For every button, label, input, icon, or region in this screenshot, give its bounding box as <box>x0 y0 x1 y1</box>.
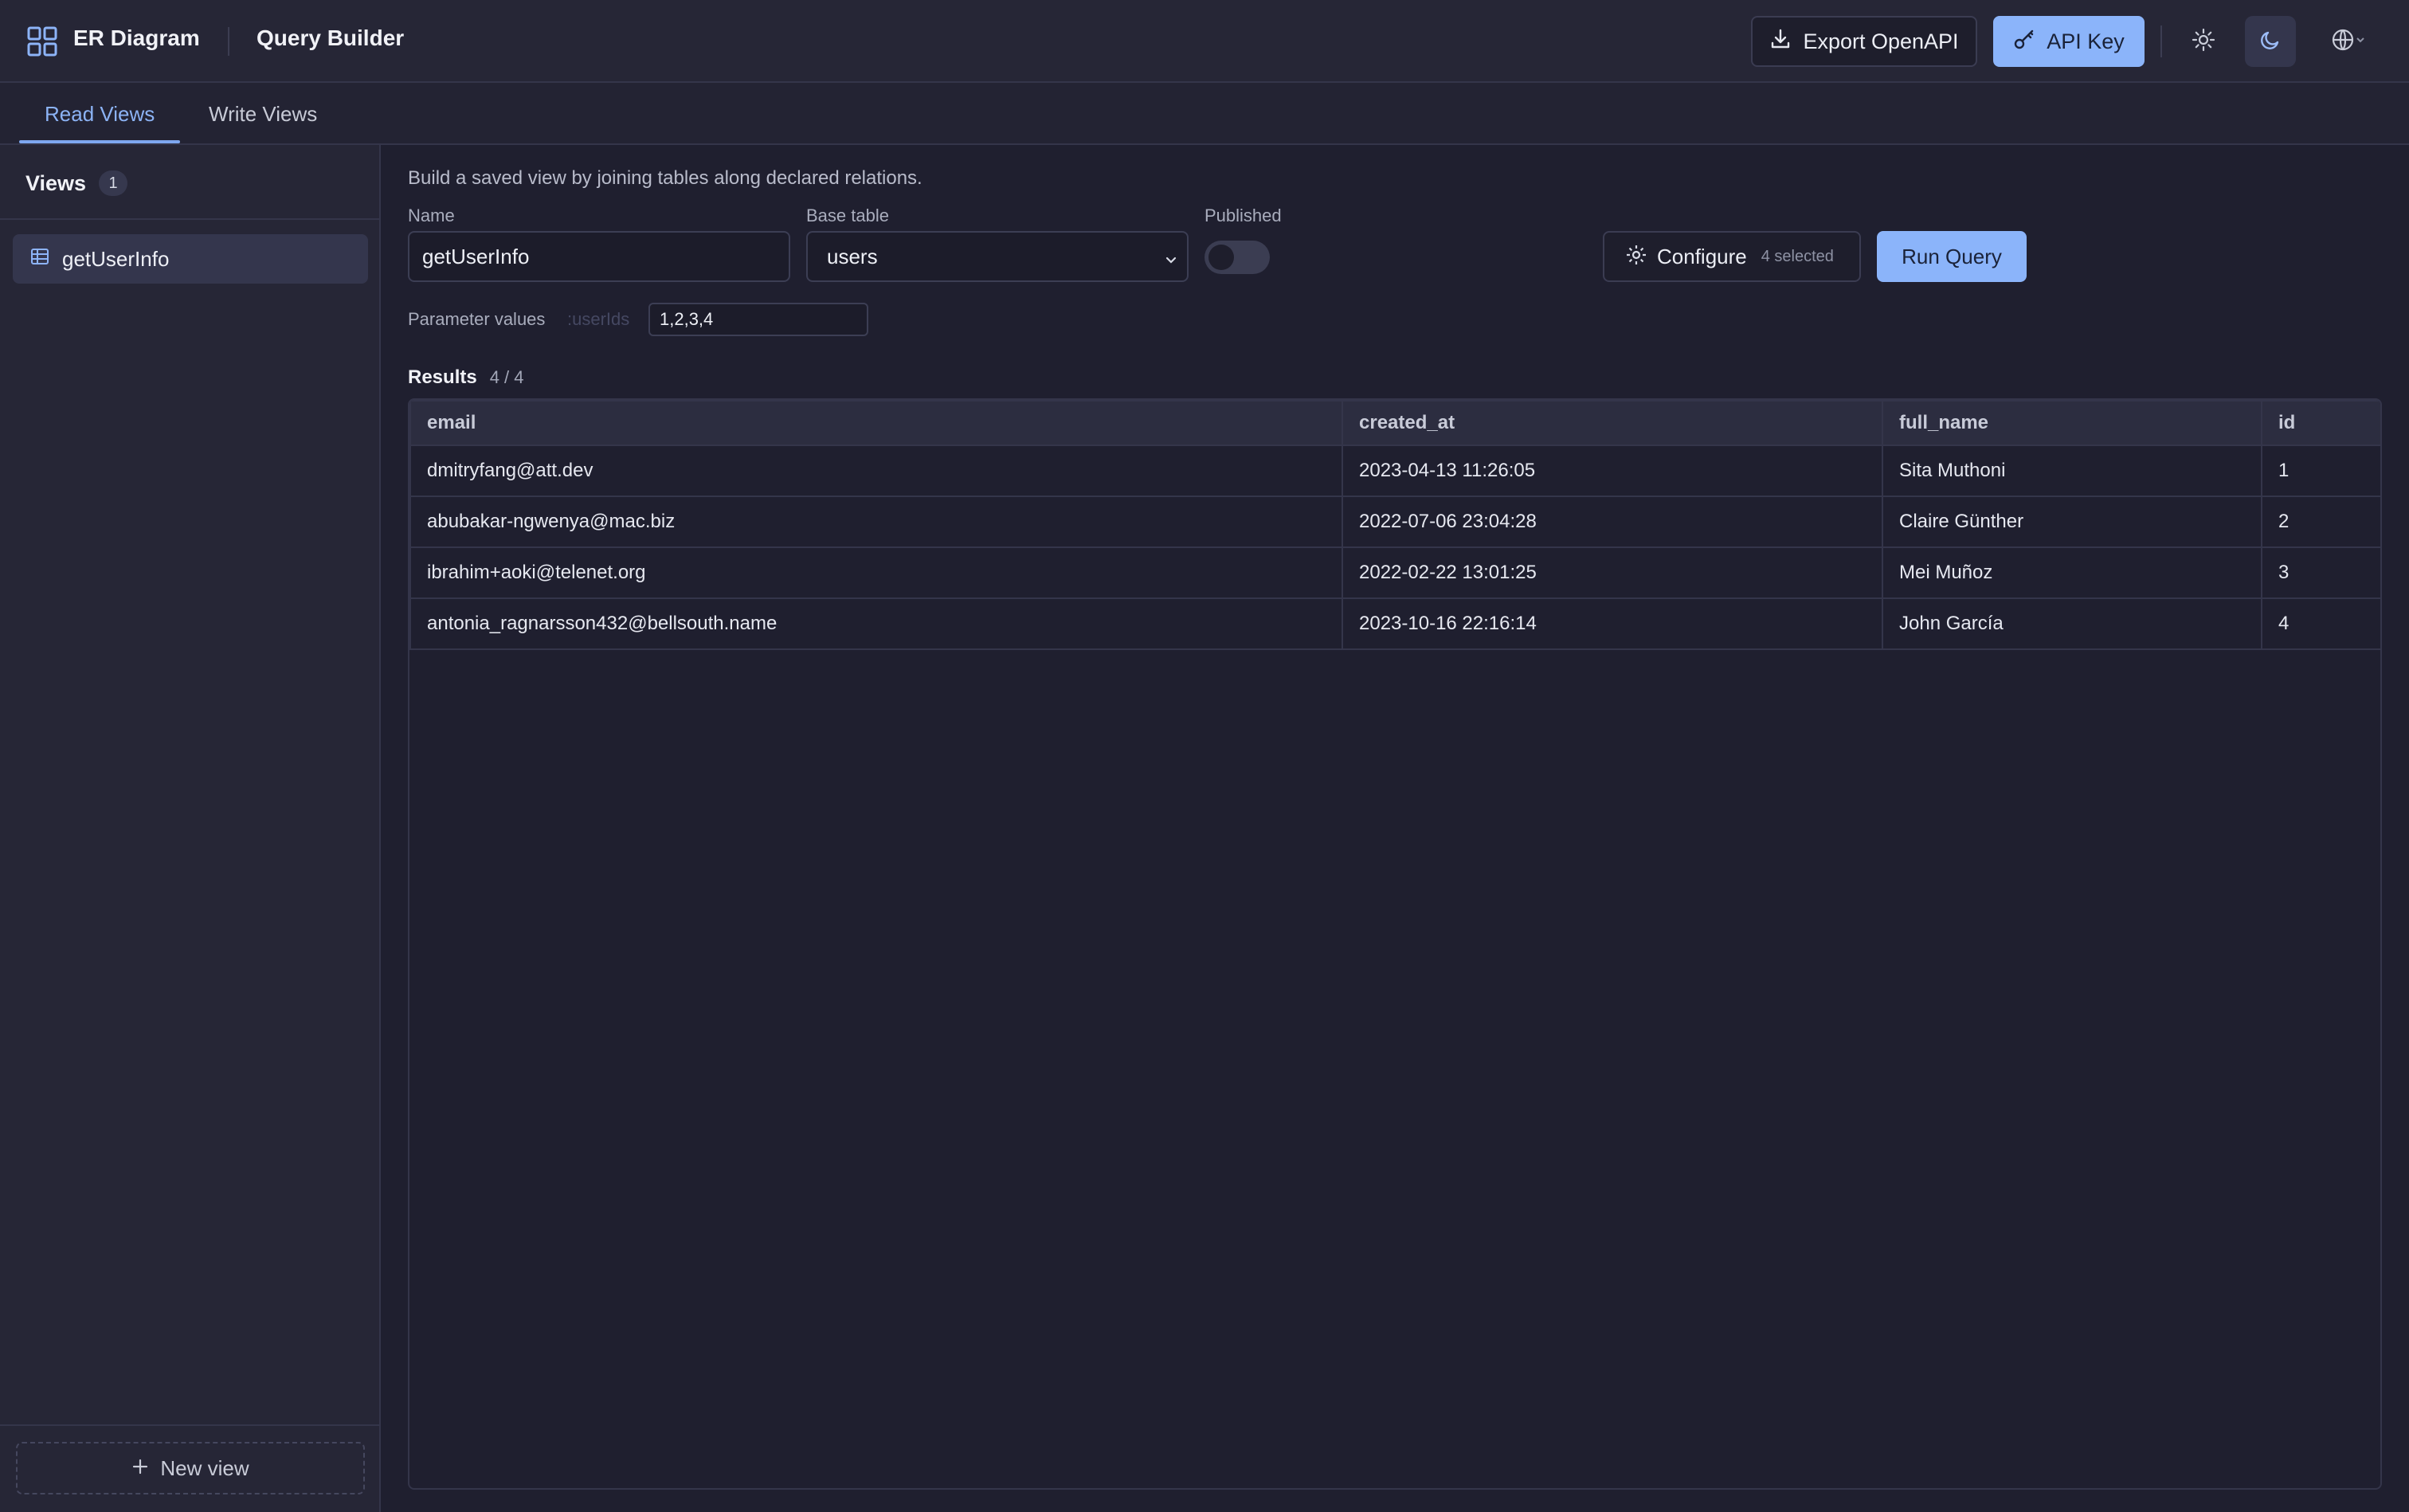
results-count: 4 / 4 <box>489 367 524 387</box>
tab-write-views[interactable]: Write Views <box>209 102 317 127</box>
header-divider <box>2160 25 2162 57</box>
column-header-full-name[interactable]: full_name <box>1882 400 2262 446</box>
toggle-knob <box>1208 245 1234 270</box>
parameter-values-label: Parameter values <box>408 309 546 329</box>
results-table: email created_at full_name id dmitryfang… <box>408 398 2382 1490</box>
views-header: Views 1 <box>25 170 128 196</box>
query-builder-panel: Build a saved view by joining tables alo… <box>382 145 2409 1512</box>
table-cell: 4 <box>2261 597 2380 650</box>
export-openapi-button[interactable]: Export OpenAPI <box>1751 16 1977 67</box>
name-label: Name <box>408 206 455 225</box>
table-cell: Sita Muthoni <box>1882 445 2262 497</box>
parameter-name: :userIds <box>567 309 630 329</box>
new-view-label: New view <box>160 1455 249 1480</box>
chevron-down-icon <box>2355 34 2366 49</box>
page-title: Query Builder <box>257 25 405 50</box>
configure-label: Configure <box>1657 244 1747 268</box>
export-openapi-label: Export OpenAPI <box>1803 29 1959 53</box>
table-row: dmitryfang@att.dev 2023-04-13 11:26:05 S… <box>409 445 2380 497</box>
base-table-select[interactable]: users <box>806 231 1189 282</box>
column-header-created-at[interactable]: created_at <box>1342 400 1883 446</box>
table-cell: 2023-04-13 11:26:05 <box>1342 445 1883 497</box>
plus-icon <box>131 1456 149 1481</box>
column-header-id[interactable]: id <box>2261 400 2380 446</box>
api-key-button[interactable]: API Key <box>1993 16 2145 67</box>
table-cell: Mei Muñoz <box>1882 546 2262 599</box>
table-cell: John García <box>1882 597 2262 650</box>
gear-icon <box>1625 244 1647 270</box>
tab-read-views[interactable]: Read Views <box>45 102 155 127</box>
table-icon <box>30 247 49 272</box>
table-cell: abubakar-ngwenya@mac.biz <box>409 496 1343 548</box>
table-row: antonia_ragnarsson432@bellsouth.name 202… <box>409 597 2380 650</box>
new-view-button[interactable]: New view <box>16 1442 365 1494</box>
active-tab-indicator <box>19 140 180 143</box>
column-header-email[interactable]: email <box>409 400 1343 446</box>
language-button[interactable] <box>2317 16 2380 67</box>
configure-button[interactable]: Configure 4 selected <box>1603 231 1861 282</box>
parameter-value-input[interactable]: 1,2,3,4 <box>648 303 868 336</box>
table-row: ibrahim+aoki@telenet.org 2022-02-22 13:0… <box>409 546 2380 599</box>
dark-theme-button[interactable] <box>2245 16 2296 67</box>
table-cell: 2022-02-22 13:01:25 <box>1342 546 1883 599</box>
published-toggle[interactable] <box>1204 241 1270 274</box>
table-cell: 2022-07-06 23:04:28 <box>1342 496 1883 548</box>
app-window: ER Diagram Query Builder Export OpenAPI … <box>0 0 2409 1512</box>
table-cell: ibrahim+aoki@telenet.org <box>409 546 1343 599</box>
results-header: Results 4 / 4 <box>408 366 524 389</box>
brand-title[interactable]: ER Diagram <box>73 25 200 51</box>
results-title: Results <box>408 366 477 388</box>
chevron-down-icon <box>1163 249 1179 273</box>
name-input[interactable]: getUserInfo <box>408 231 790 282</box>
table-cell: antonia_ragnarsson432@bellsouth.name <box>409 597 1343 650</box>
api-key-label: API Key <box>2047 29 2125 53</box>
light-theme-button[interactable] <box>2178 16 2229 67</box>
sidebar-divider <box>0 1424 379 1426</box>
published-label: Published <box>1204 206 1282 225</box>
sidebar-item-getuserinfo[interactable]: getUserInfo <box>13 234 368 284</box>
top-header: ER Diagram Query Builder Export OpenAPI … <box>0 0 2409 83</box>
table-cell: Claire Günther <box>1882 496 2262 548</box>
grid-icon <box>27 26 57 57</box>
view-tabs: Read Views Write Views <box>0 83 2409 145</box>
key-icon <box>2013 28 2035 56</box>
configure-selected-count: 4 selected <box>1761 247 1834 265</box>
base-table-value: users <box>827 244 878 268</box>
sidebar-item-label: getUserInfo <box>62 246 170 271</box>
table-cell: 2 <box>2261 496 2380 548</box>
views-count-badge: 1 <box>99 170 128 196</box>
table-cell: 1 <box>2261 445 2380 497</box>
sun-icon <box>2192 28 2215 56</box>
table-header-row: email created_at full_name id <box>409 400 2380 446</box>
sidebar-divider <box>0 218 379 220</box>
table-cell: dmitryfang@att.dev <box>409 445 1343 497</box>
table-cell: 3 <box>2261 546 2380 599</box>
base-table-label: Base table <box>806 206 889 225</box>
moon-icon <box>2258 28 2282 56</box>
views-sidebar: Views 1 getUserInfo New view <box>0 145 381 1512</box>
run-query-button[interactable]: Run Query <box>1877 231 2027 282</box>
header-divider <box>228 27 229 56</box>
page-description: Build a saved view by joining tables alo… <box>408 167 922 189</box>
download-icon <box>1769 28 1792 56</box>
table-cell: 2023-10-16 22:16:14 <box>1342 597 1883 650</box>
views-title: Views <box>25 170 87 195</box>
table-row: abubakar-ngwenya@mac.biz 2022-07-06 23:0… <box>409 496 2380 548</box>
globe-icon <box>2331 28 2355 56</box>
